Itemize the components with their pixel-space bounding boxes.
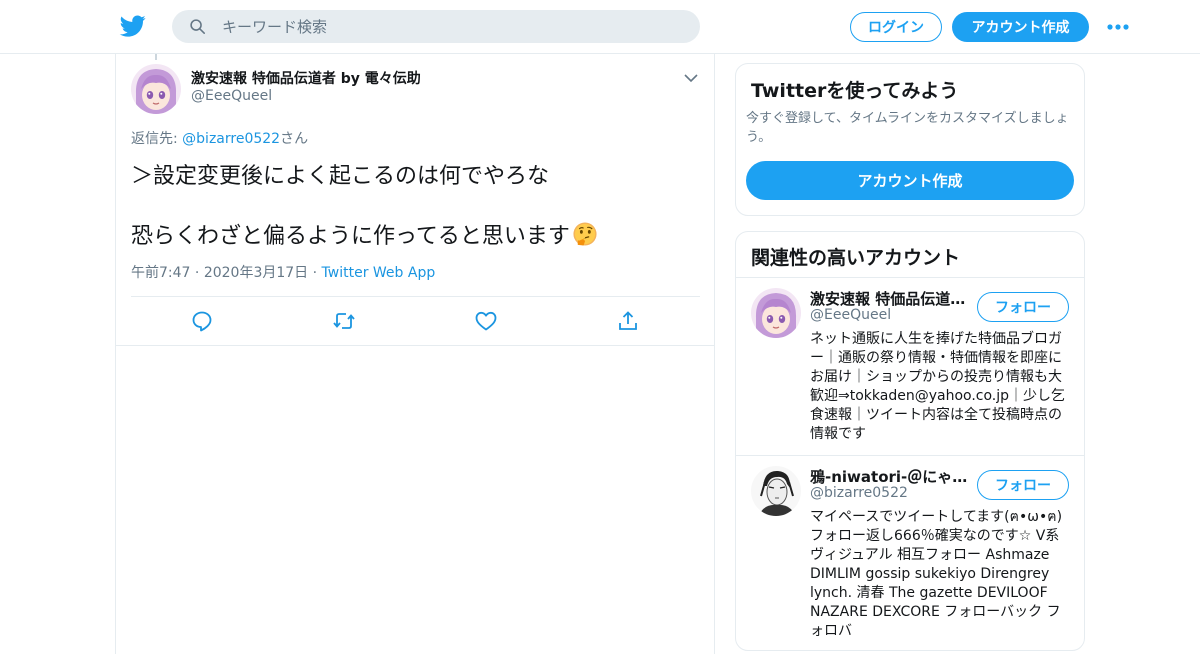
related-account-name[interactable]: 鴉-niwatori-＠にゃーん <box>810 466 968 487</box>
related-accounts-title: 関連性の高いアカウント <box>751 247 961 269</box>
related-accounts-card: 関連性の高いアカウント 激安速報 特価品伝道者 by 電々伝助 @EeeQuee… <box>735 231 1085 651</box>
related-account-bio: ネット通販に人生を捧げた特価品ブロガー｜通販の祭り情報・特価情報を即座にお届け｜… <box>810 331 1066 442</box>
divider <box>131 296 700 297</box>
twitter-bird-icon[interactable] <box>119 13 147 39</box>
follow-button[interactable]: フォロー <box>977 470 1069 500</box>
tweet-text-line1: ＞設定変更後によく起こるのは何でやろな <box>131 164 550 189</box>
tweet-author-name[interactable]: 激安速報 特価品伝道者 by 電々伝助 <box>191 68 421 88</box>
search-icon <box>190 19 206 35</box>
follow-button[interactable]: フォロー <box>977 292 1069 322</box>
related-account: 激安速報 特価品伝道者 by 電々伝助 @EeeQueel フォロー ネット通販… <box>736 278 1084 455</box>
signup-card-description: 今すぐ登録して、タイムラインをカスタマイズしましょう。 <box>746 111 1069 145</box>
thinking-face-icon <box>573 222 597 246</box>
tweet-source-link[interactable]: Twitter Web App <box>322 265 436 281</box>
retweet-icon[interactable] <box>332 309 356 333</box>
search-input[interactable] <box>222 10 682 43</box>
related-account-name[interactable]: 激安速報 特価品伝道者 by 電々伝助 <box>810 288 968 309</box>
reply-suffix: さん <box>280 131 309 147</box>
related-account-handle[interactable]: @EeeQueel <box>810 307 891 323</box>
meta-separator: · <box>308 265 322 281</box>
divider <box>116 345 714 346</box>
avatar[interactable] <box>131 64 181 114</box>
related-account-handle[interactable]: @bizarre0522 <box>810 485 908 501</box>
tweet-text-line2-body: 恐らくわざと偏るように作ってると思います <box>131 224 570 249</box>
reply-prefix: 返信先: <box>131 131 183 147</box>
tweet-author-handle[interactable]: @EeeQueel <box>191 88 272 104</box>
signup-card: Twitterを使ってみよう 今すぐ登録して、タイムラインをカスタマイズしましょ… <box>735 63 1085 216</box>
login-button[interactable]: ログイン <box>850 12 942 42</box>
reply-context: 返信先: @bizarre0522さん <box>131 128 308 148</box>
meta-separator: · <box>190 265 204 281</box>
tweet-time[interactable]: 午前7:47 <box>131 265 190 281</box>
like-icon[interactable] <box>474 309 498 333</box>
tweet-date[interactable]: 2020年3月17日 <box>204 265 308 281</box>
search-bar[interactable] <box>172 10 700 43</box>
reply-to-link[interactable]: @bizarre0522 <box>182 131 280 147</box>
more-dots-icon[interactable] <box>1106 22 1130 32</box>
share-icon[interactable] <box>616 309 640 333</box>
chevron-down-icon[interactable] <box>683 72 699 84</box>
top-navigation-bar: ログイン アカウント作成 <box>0 0 1200 54</box>
tweet-metadata: 午前7:47 · 2020年3月17日 · Twitter Web App <box>131 262 435 282</box>
avatar[interactable] <box>751 466 801 516</box>
signup-card-title: Twitterを使ってみよう <box>751 80 959 102</box>
related-account: 鴉-niwatori-＠にゃーん @bizarre0522 フォロー マイペース… <box>736 456 1084 650</box>
tweet-action-bar <box>116 309 714 335</box>
tweet-text-line2: 恐らくわざと偏るように作ってると思います <box>131 218 598 250</box>
reply-icon[interactable] <box>190 309 214 333</box>
avatar[interactable] <box>751 288 801 338</box>
thread-connector-line <box>155 54 157 60</box>
related-account-bio: マイペースでツイートしてます(ฅ•ω•ฅ)フォロー返し666％確実なのです☆ V… <box>810 509 1063 639</box>
signup-button[interactable]: アカウント作成 <box>952 12 1089 42</box>
signup-card-button[interactable]: アカウント作成 <box>746 161 1074 200</box>
tweet-detail: 激安速報 特価品伝道者 by 電々伝助 @EeeQueel 返信先: @biza… <box>115 54 715 654</box>
